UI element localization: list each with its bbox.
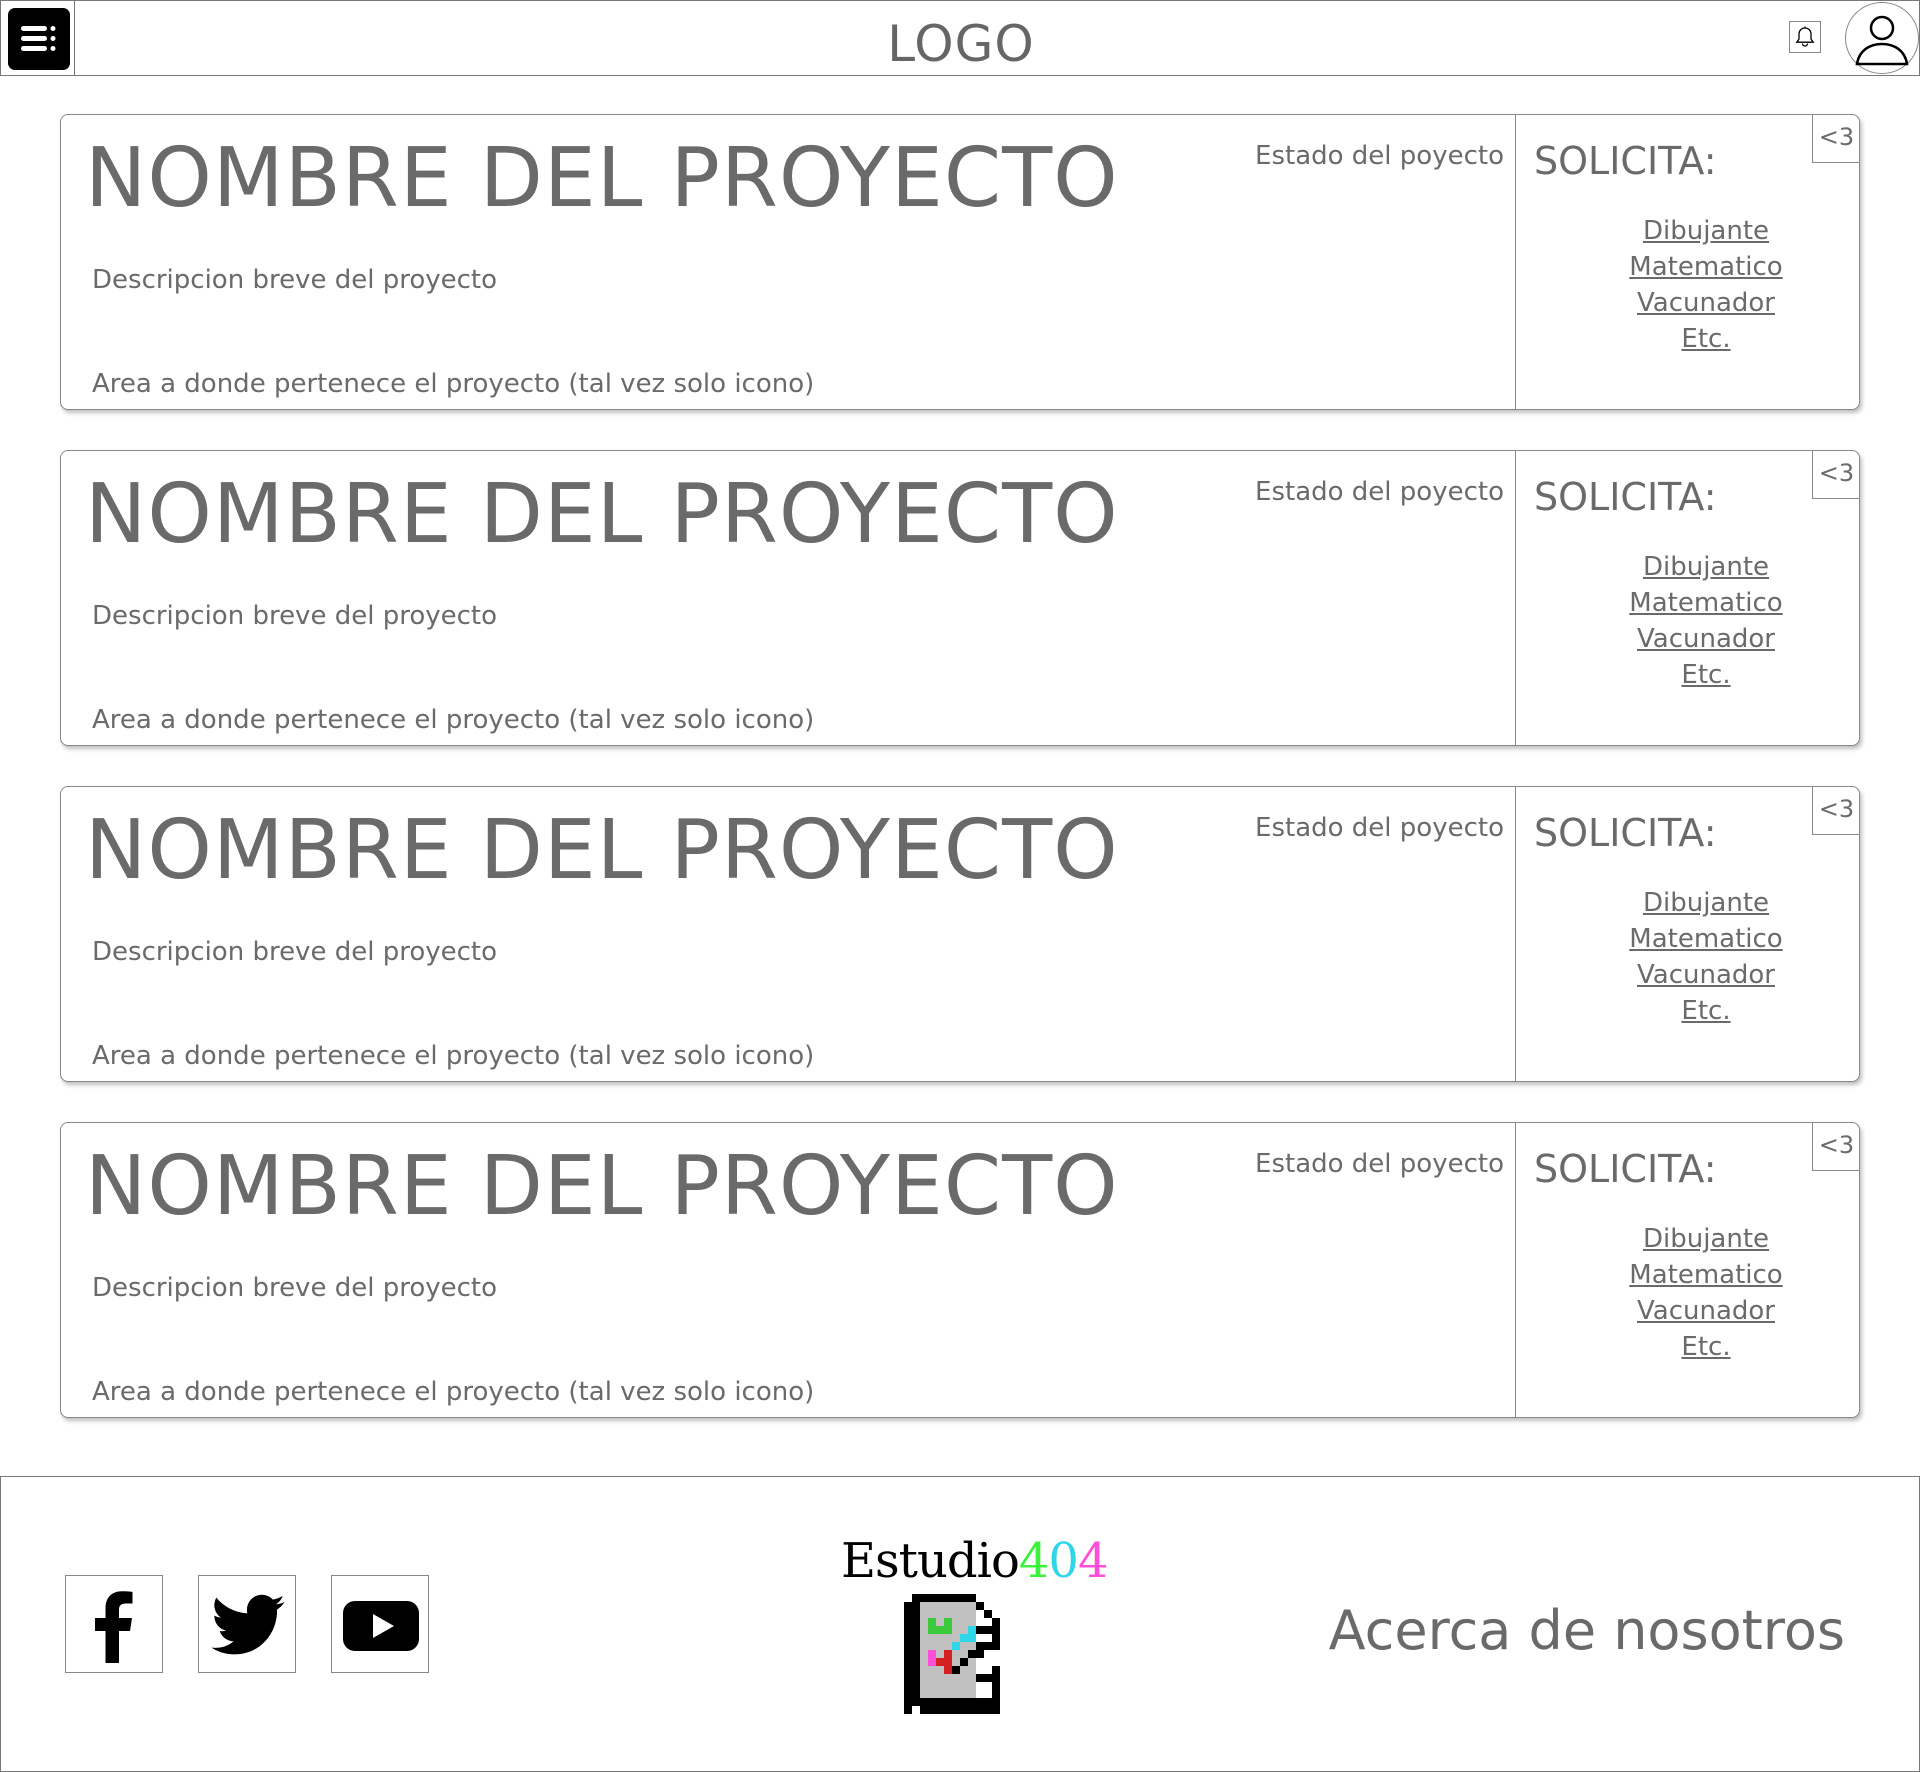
twitter-icon <box>211 1594 285 1655</box>
role-link[interactable]: Etc. <box>1516 993 1896 1029</box>
requests-label: SOLICITA: <box>1534 811 1717 855</box>
project-title[interactable]: NOMBRE DEL PROYECTO <box>85 803 1119 898</box>
role-link[interactable]: Matematico <box>1516 585 1896 621</box>
project-title[interactable]: NOMBRE DEL PROYECTO <box>85 131 1119 226</box>
role-link[interactable]: Vacunador <box>1516 621 1896 657</box>
requests-label: SOLICITA: <box>1534 475 1717 519</box>
user-icon <box>1855 15 1909 66</box>
role-link[interactable]: Dibujante <box>1516 1221 1896 1257</box>
role-link[interactable]: Vacunador <box>1516 285 1896 321</box>
brand-digit: 4 <box>1077 1533 1109 1589</box>
project-description: Descripcion breve del proyecto <box>92 1273 498 1303</box>
project-description: Descripcion breve del proyecto <box>92 601 498 631</box>
brand-text: Estudio <box>841 1533 1020 1589</box>
project-status: Estado del poyecto <box>1255 1149 1504 1179</box>
role-link[interactable]: Matematico <box>1516 1257 1896 1293</box>
role-link[interactable]: Vacunador <box>1516 957 1896 993</box>
project-description: Descripcion breve del proyecto <box>92 265 498 295</box>
brand-digit: 0 <box>1048 1533 1079 1589</box>
youtube-icon <box>343 1601 419 1651</box>
project-description: Descripcion breve del proyecto <box>92 937 498 967</box>
role-link[interactable]: Etc. <box>1516 657 1896 693</box>
user-avatar[interactable] <box>1845 2 1919 74</box>
project-card[interactable]: NOMBRE DEL PROYECTO Estado del poyecto D… <box>60 1122 1860 1418</box>
broken-image-icon <box>904 1594 1000 1714</box>
twitter-link[interactable] <box>198 1575 296 1673</box>
youtube-link[interactable] <box>331 1575 429 1673</box>
project-card[interactable]: NOMBRE DEL PROYECTO Estado del poyecto D… <box>60 450 1860 746</box>
project-card[interactable]: NOMBRE DEL PROYECTO Estado del poyecto D… <box>60 114 1860 410</box>
like-button[interactable]: <3 <box>1812 1123 1860 1171</box>
roles-list: Dibujante Matematico Vacunador Etc. <box>1516 549 1896 693</box>
roles-list: Dibujante Matematico Vacunador Etc. <box>1516 885 1896 1029</box>
brand-name[interactable]: Estudio404 <box>841 1533 1108 1589</box>
project-card[interactable]: NOMBRE DEL PROYECTO Estado del poyecto D… <box>60 786 1860 1082</box>
project-requests-panel: SOLICITA: Dibujante Matematico Vacunador… <box>1515 787 1860 1081</box>
top-bar: LOGO <box>0 0 1920 76</box>
like-button[interactable]: <3 <box>1812 451 1860 499</box>
role-link[interactable]: Vacunador <box>1516 1293 1896 1329</box>
project-area: Area a donde pertenece el proyecto (tal … <box>92 1377 815 1407</box>
project-title[interactable]: NOMBRE DEL PROYECTO <box>85 1139 1119 1234</box>
project-requests-panel: SOLICITA: Dibujante Matematico Vacunador… <box>1515 1123 1860 1417</box>
about-us-link[interactable]: Acerca de nosotros <box>1329 1599 1845 1662</box>
role-link[interactable]: Matematico <box>1516 921 1896 957</box>
bell-icon <box>1795 26 1815 47</box>
role-link[interactable]: Etc. <box>1516 1329 1896 1365</box>
project-area: Area a donde pertenece el proyecto (tal … <box>92 369 815 399</box>
facebook-link[interactable] <box>65 1575 163 1673</box>
role-link[interactable]: Dibujante <box>1516 549 1896 585</box>
requests-label: SOLICITA: <box>1534 1147 1717 1191</box>
role-link[interactable]: Dibujante <box>1516 213 1896 249</box>
role-link[interactable]: Matematico <box>1516 249 1896 285</box>
logo-text[interactable]: LOGO <box>1 15 1920 73</box>
project-requests-panel: SOLICITA: Dibujante Matematico Vacunador… <box>1515 115 1860 409</box>
role-link[interactable]: Etc. <box>1516 321 1896 357</box>
roles-list: Dibujante Matematico Vacunador Etc. <box>1516 1221 1896 1365</box>
requests-label: SOLICITA: <box>1534 139 1717 183</box>
notifications-button[interactable] <box>1789 21 1821 53</box>
project-area: Area a donde pertenece el proyecto (tal … <box>92 1041 815 1071</box>
project-requests-panel: SOLICITA: Dibujante Matematico Vacunador… <box>1515 451 1860 745</box>
project-title[interactable]: NOMBRE DEL PROYECTO <box>85 467 1119 562</box>
project-status: Estado del poyecto <box>1255 813 1504 843</box>
brand-digit: 4 <box>1018 1533 1050 1589</box>
like-button[interactable]: <3 <box>1812 115 1860 163</box>
like-button[interactable]: <3 <box>1812 787 1860 835</box>
roles-list: Dibujante Matematico Vacunador Etc. <box>1516 213 1896 357</box>
facebook-icon <box>95 1591 133 1663</box>
project-area: Area a donde pertenece el proyecto (tal … <box>92 705 815 735</box>
project-status: Estado del poyecto <box>1255 477 1504 507</box>
role-link[interactable]: Dibujante <box>1516 885 1896 921</box>
project-status: Estado del poyecto <box>1255 141 1504 171</box>
footer: Estudio404 Acerca de nosotros <box>0 1476 1920 1772</box>
